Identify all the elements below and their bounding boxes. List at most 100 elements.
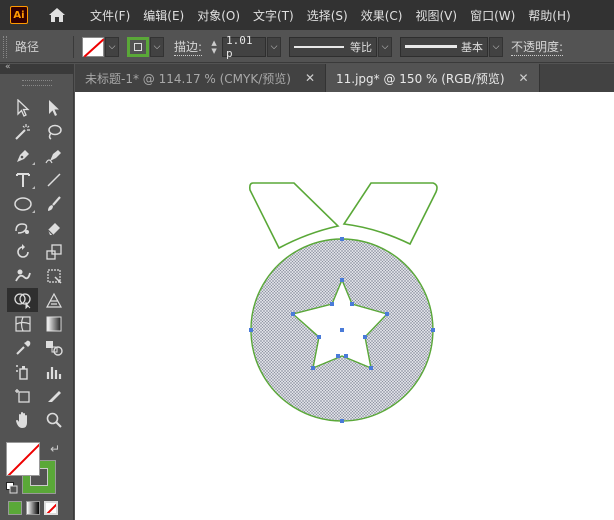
pen-tool[interactable] (7, 144, 38, 168)
tool-row (7, 216, 69, 240)
artboard-icon (14, 389, 30, 403)
free-transform-tool[interactable] (38, 264, 69, 288)
ribbon-left[interactable] (249, 182, 340, 250)
variable-width-profile-select[interactable]: 等比 (289, 36, 378, 57)
fill-swatch-button[interactable] (82, 36, 104, 57)
menu-help[interactable]: 帮助(H) (528, 7, 570, 24)
tab-label: 11.jpg* @ 150 % (RGB/预览) (336, 71, 505, 86)
stroke-weight-input[interactable]: 1.01 p (222, 34, 267, 60)
lasso-tool[interactable] (38, 120, 69, 144)
profile-chevron-icon[interactable]: ⌵ (378, 36, 393, 57)
control-bar-grip[interactable] (3, 35, 7, 58)
tools-panel-header[interactable]: « (0, 62, 73, 74)
menu-window[interactable]: 窗口(W) (470, 7, 515, 24)
tool-grid (7, 96, 69, 432)
paintbrush-icon (47, 196, 61, 211)
hand-tool[interactable] (7, 408, 38, 432)
warp-hand-icon (14, 269, 31, 282)
swap-fill-stroke-icon[interactable]: ↵ (50, 442, 60, 456)
tool-row (7, 360, 69, 384)
medal-artwork[interactable] (75, 92, 614, 520)
type-tool[interactable] (7, 168, 38, 192)
color-mode-button[interactable] (8, 501, 22, 515)
column-graph-tool[interactable] (38, 360, 69, 384)
fill-dropdown-chevron-icon[interactable]: ⌵ (105, 36, 119, 57)
selection-arrow-icon (16, 99, 30, 117)
menu-view[interactable]: 视图(V) (415, 7, 457, 24)
stroke-dropdown-chevron-icon[interactable]: ⌵ (150, 36, 164, 57)
selection-tool[interactable] (7, 96, 38, 120)
stroke-swatch-inner (134, 42, 142, 51)
gradient-mode-button[interactable] (26, 501, 40, 515)
column-graph-icon (46, 367, 61, 379)
tools-panel: « ↵ (0, 62, 74, 520)
ellipse-tool[interactable] (7, 192, 38, 216)
mesh-tool[interactable] (7, 312, 38, 336)
blend-tool[interactable] (38, 336, 69, 360)
tool-flyout-indicator (32, 186, 35, 189)
tool-row (7, 168, 69, 192)
profile-line-preview (294, 45, 345, 48)
menu-effect[interactable]: 效果(C) (361, 7, 403, 24)
zoom-magnifier-icon (46, 412, 62, 428)
warp-tool[interactable] (7, 264, 38, 288)
magic-wand-tool[interactable] (7, 120, 38, 144)
mesh-icon (14, 316, 31, 332)
ribbon-right[interactable] (342, 182, 438, 246)
eyedropper-tool[interactable] (7, 336, 38, 360)
stroke-weight-stepper[interactable]: ▲ ▼ (208, 36, 220, 58)
curvature-pen-icon (44, 150, 61, 164)
opacity-label[interactable]: 不透明度: (511, 38, 564, 56)
eraser-tool[interactable] (38, 216, 69, 240)
menu-object[interactable]: 对象(O) (197, 7, 240, 24)
paintbrush-tool[interactable] (38, 192, 69, 216)
tools-panel-grip[interactable] (22, 80, 52, 86)
line-segment-tool[interactable] (38, 168, 69, 192)
brush-definition-select[interactable]: 基本 (400, 36, 489, 57)
artboard-tool[interactable] (7, 384, 38, 408)
tab-11-jpg[interactable]: 11.jpg* @ 150 % (RGB/预览) ✕ (326, 64, 540, 92)
direct-selection-arrow-icon (48, 100, 59, 116)
zoom-tool[interactable] (38, 408, 69, 432)
gradient-tool[interactable] (38, 312, 69, 336)
menu-type[interactable]: 文字(T) (253, 7, 294, 24)
default-fill-stroke-icon[interactable] (6, 482, 18, 494)
symbol-sprayer-tool[interactable] (7, 360, 38, 384)
stepper-up-icon[interactable]: ▲ (211, 39, 216, 47)
menu-select[interactable]: 选择(S) (307, 7, 348, 24)
brush-line-preview (405, 45, 458, 48)
perspective-grid-tool[interactable] (38, 288, 69, 312)
slice-tool[interactable] (38, 384, 69, 408)
none-mode-button[interactable] (44, 501, 58, 515)
rotate-tool[interactable] (7, 240, 38, 264)
shape-builder-tool[interactable] (7, 288, 38, 312)
control-bar: 路径 ⌵ ⌵ 描边: ▲ ▼ 1.01 p ⌵ 等比 ⌵ 基本 ⌵ 不透明度: (0, 31, 614, 63)
scale-tool[interactable] (38, 240, 69, 264)
curvature-tool[interactable] (38, 144, 69, 168)
color-mode-buttons (8, 501, 58, 515)
divider (73, 35, 74, 58)
stroke-weight-chevron-icon[interactable]: ⌵ (267, 36, 282, 57)
tab-untitled-1[interactable]: 未标题-1* @ 114.17 % (CMYK/预览) ✕ (75, 64, 327, 92)
artboard-canvas[interactable] (75, 92, 614, 520)
stepper-down-icon[interactable]: ▼ (211, 47, 216, 55)
tool-row (7, 384, 69, 408)
brush-chevron-icon[interactable]: ⌵ (489, 36, 504, 57)
free-transform-icon (46, 269, 62, 284)
direct-selection-tool[interactable] (38, 96, 69, 120)
shaper-tool[interactable] (7, 216, 38, 240)
close-icon[interactable]: ✕ (305, 71, 315, 85)
close-icon[interactable]: ✕ (519, 71, 529, 85)
stroke-label[interactable]: 描边: (174, 38, 203, 56)
perspective-grid-icon (45, 292, 62, 308)
menu-edit[interactable]: 编辑(E) (143, 7, 184, 24)
stroke-swatch-button[interactable] (127, 36, 149, 57)
home-icon[interactable] (46, 4, 68, 26)
rotate-icon (16, 244, 29, 258)
menu-bar: Ai 文件(F) 编辑(E) 对象(O) 文字(T) 选择(S) 效果(C) 视… (0, 0, 614, 30)
fill-color-box[interactable] (6, 442, 40, 476)
fill-stroke-widget: ↵ (6, 442, 66, 498)
brush-label: 基本 (461, 40, 484, 54)
menu-file[interactable]: 文件(F) (90, 7, 130, 24)
collapse-panel-icon[interactable]: « (5, 62, 11, 72)
